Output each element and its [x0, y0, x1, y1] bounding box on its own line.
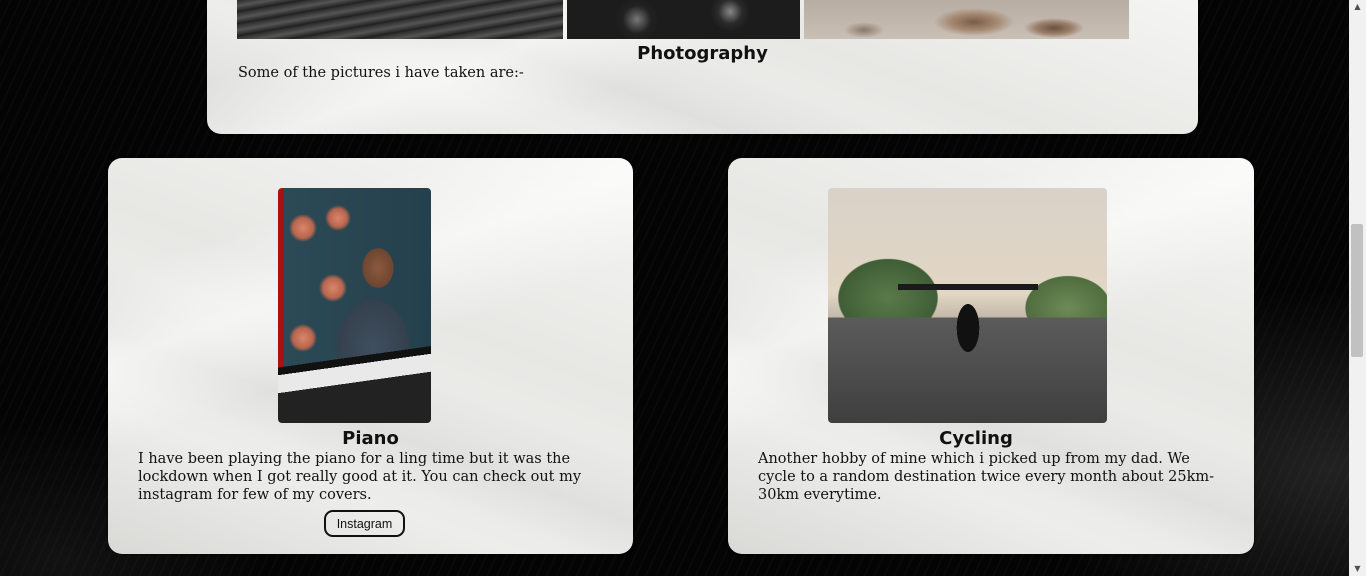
photography-title: Photography [637, 43, 768, 64]
cycling-title: Cycling [939, 428, 1013, 449]
scrollbar-thumb[interactable] [1351, 224, 1363, 357]
piano-text: I have been playing the piano for a ling… [138, 451, 582, 503]
photo-thumbnail [804, 0, 1129, 39]
cycling-card: Cycling Another hobby of mine which i pi… [728, 158, 1254, 554]
cycling-text: Another hobby of mine which i picked up … [758, 451, 1215, 503]
cycling-photo [828, 188, 1107, 423]
instagram-button[interactable]: Instagram [324, 510, 405, 537]
scroll-up-icon[interactable]: ▲ [1349, 0, 1366, 14]
piano-card: Piano I have been playing the piano for … [108, 158, 633, 554]
piano-photo [278, 188, 431, 423]
photography-card: Photography Some of the pictures i have … [207, 0, 1198, 134]
photo-thumbnail [567, 0, 800, 39]
piano-title: Piano [342, 428, 399, 449]
photo-thumbnail [237, 0, 563, 39]
photography-text: Some of the pictures i have taken are:- [238, 65, 524, 81]
scroll-down-icon[interactable]: ▼ [1349, 562, 1366, 576]
